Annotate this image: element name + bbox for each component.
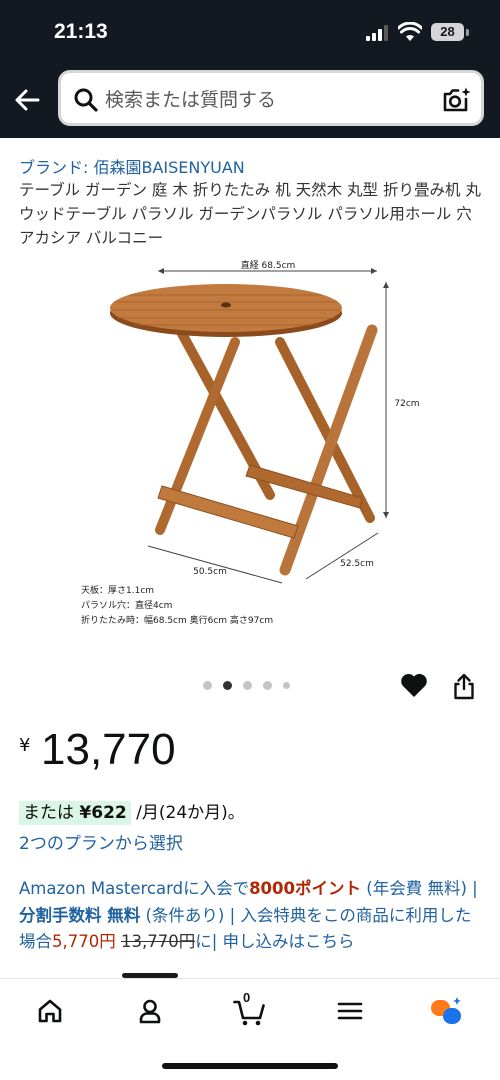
promo-fee: 分割手数料 無料 (19, 905, 141, 925)
wifi-icon (398, 22, 422, 41)
nav-account[interactable] (130, 991, 170, 1031)
product-price: 13,770 (41, 725, 176, 774)
camera-icon[interactable] (441, 85, 471, 115)
status-time: 21:13 (54, 20, 108, 43)
nav-home[interactable] (30, 991, 70, 1031)
promo-text-4: に| 申し込みはこちら (195, 932, 355, 951)
cellular-signal-icon (366, 25, 388, 41)
search-header (0, 64, 500, 138)
brand-link[interactable]: ブランド: 佰森園BAISENYUAN (19, 154, 245, 178)
spec-folded-size: 折りたたみ時：幅68.5cm 奥行6cm 高さ97cm (81, 614, 273, 626)
sheet-handle (122, 973, 178, 978)
account-icon (139, 999, 161, 1024)
product-title: テーブル ガーデン 庭 木 折りたたみ 机 天然木 丸型 折り畳み机 丸 ウッド… (19, 181, 481, 247)
battery-level: 28 (431, 23, 464, 41)
height-label: 72cm (394, 399, 419, 409)
search-icon (74, 88, 98, 112)
parasol-hole (221, 302, 231, 308)
back-arrow-icon[interactable] (12, 84, 44, 116)
carousel-dot[interactable] (243, 681, 252, 690)
installment-suffix: /月(24か月)。 (136, 803, 245, 823)
width-label: 50.5cm (193, 567, 227, 577)
heart-icon[interactable] (400, 672, 428, 698)
status-bar: 21:13 28 (0, 0, 500, 64)
bottom-nav: 0 (0, 973, 500, 1080)
cart-count: 0 (243, 990, 251, 1005)
installment-highlight: または ¥622 (19, 801, 131, 825)
promo-discounted-price: 5,770円 (52, 932, 116, 951)
nav-cart[interactable]: 0 (230, 990, 270, 1031)
installment-info: または ¥622 /月(24か月)。 (19, 798, 245, 825)
table-legs (155, 324, 378, 576)
spec-thickness: 天板：厚さ1.1cm (81, 584, 154, 596)
share-icon[interactable] (452, 672, 476, 700)
carousel-dot[interactable] (283, 682, 290, 689)
carousel-dot[interactable] (223, 681, 232, 690)
table-illustration: 直経 68.5cm 72cm 50.5cm 52.5cm 天板：厚さ1.1cm … (81, 259, 420, 626)
nav-rufus[interactable] (426, 991, 466, 1031)
menu-icon (337, 1002, 363, 1020)
installment-prefix: または (23, 803, 74, 823)
carousel-dot[interactable] (263, 681, 272, 690)
diameter-label: 直経 68.5cm (241, 259, 296, 271)
home-icon (38, 999, 62, 1023)
carousel-dot[interactable] (203, 681, 212, 690)
search-box[interactable] (58, 70, 484, 126)
spec-parasol-hole: パラソル穴：直径4cm (81, 599, 172, 611)
nav-menu[interactable] (330, 991, 370, 1031)
installment-amount: ¥622 (79, 803, 127, 823)
carousel-dots[interactable] (203, 681, 303, 691)
promo-text-2: (年会費 無料) | (361, 879, 478, 898)
home-indicator (162, 1063, 338, 1069)
plans-link[interactable]: 2つのプランから選択 (19, 829, 183, 854)
currency-symbol: ¥ (19, 735, 31, 756)
promo-points: 8000ポイント (249, 879, 362, 898)
promo-text-1: Amazon Mastercardに入会で (19, 879, 250, 898)
search-input[interactable] (105, 85, 425, 115)
mastercard-promo[interactable]: Amazon Mastercardに入会で8000ポイント (年会費 無料) |… (19, 876, 485, 956)
depth-label: 52.5cm (340, 559, 374, 569)
rufus-icon (431, 997, 461, 1024)
product-image[interactable]: 直経 68.5cm 72cm 50.5cm 52.5cm 天板：厚さ1.1cm … (70, 250, 430, 640)
promo-original-price: 13,770円 (121, 932, 196, 951)
battery-cap (466, 29, 469, 36)
